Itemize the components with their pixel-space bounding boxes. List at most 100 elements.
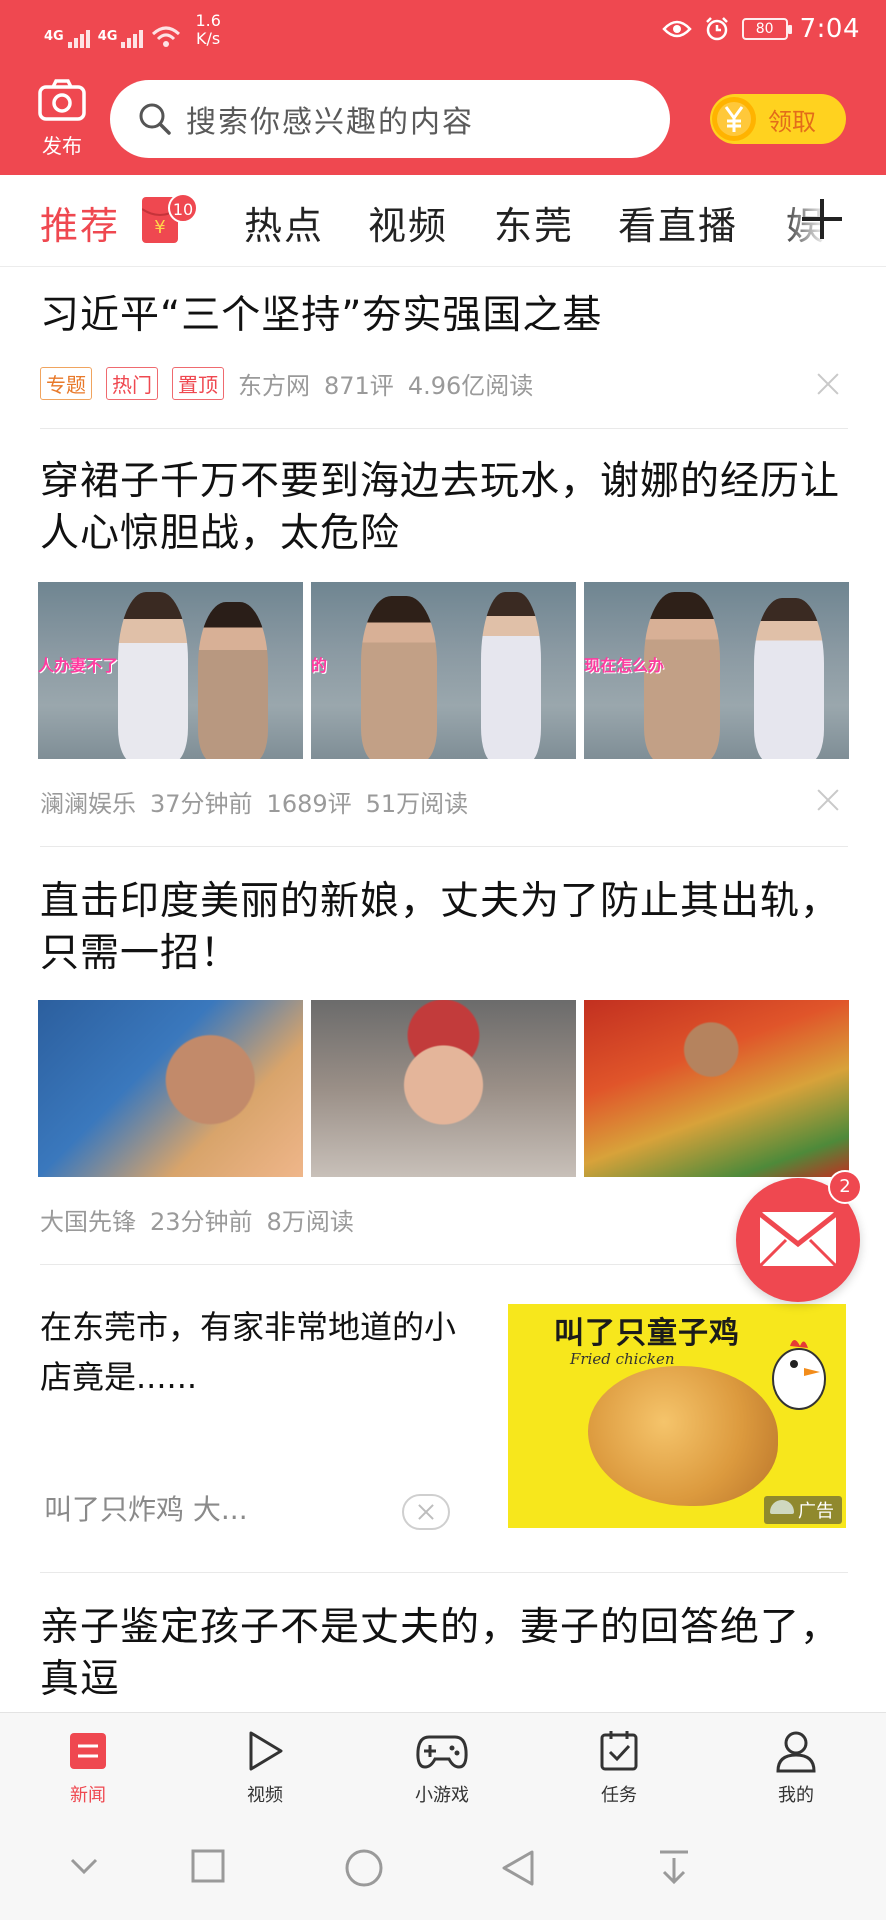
article-reads: 8万阅读: [266, 1208, 354, 1236]
ad-title[interactable]: 在东莞市，有家非常地道的小店竟是......: [40, 1302, 460, 1402]
nav-games[interactable]: 小游戏: [382, 1729, 502, 1807]
play-icon: [249, 1731, 283, 1771]
beach-photo-2[interactable]: 的: [311, 582, 576, 759]
chevron-down-icon[interactable]: [66, 1848, 102, 1884]
beach-photo-1[interactable]: 人办妻不了: [38, 582, 303, 759]
category-tabs: 推荐 ¥ 10 热点 视频 东莞 看直播 娱乐: [0, 175, 886, 267]
recents-icon[interactable]: [190, 1848, 226, 1884]
alarm-icon: [705, 17, 728, 41]
article-time: 23分钟前: [150, 1208, 253, 1236]
add-channel-icon[interactable]: [800, 197, 844, 241]
gamepad-icon: [416, 1735, 468, 1769]
ad-source: 叫了只炸鸡 大...: [44, 1493, 248, 1526]
network-type-2: 4G: [97, 29, 118, 44]
article-reads: 4.96亿阅读: [407, 372, 534, 400]
notification-pull-icon[interactable]: [656, 1848, 692, 1888]
tab-video[interactable]: 视频: [368, 195, 448, 250]
mail-badge: 2: [828, 1170, 862, 1204]
bride-photo-2[interactable]: [311, 1000, 576, 1177]
nav-label: 任务: [601, 1785, 637, 1806]
battery-indicator: 80: [741, 18, 792, 40]
article-source: 东方网: [238, 372, 310, 400]
signal-icon-1: 4G: [44, 30, 90, 48]
turtle-icon: [770, 1500, 794, 1514]
article-comments: 871评: [324, 372, 394, 400]
wifi-icon: [152, 26, 181, 47]
nav-label: 小游戏: [415, 1785, 469, 1806]
article-source: 澜澜娱乐: [40, 790, 136, 818]
tag-pinned: 置顶: [172, 367, 224, 400]
ad-image-subtitle: Fried chicken: [570, 1350, 675, 1368]
tab-dongguan[interactable]: 东莞: [494, 195, 574, 250]
article-comments: 1689评: [266, 790, 352, 818]
article-source: 大国先锋: [40, 1208, 136, 1236]
speed-value: 1.6: [195, 11, 221, 30]
camera-icon: [38, 79, 86, 121]
article-title[interactable]: 直击印度美丽的新娘，丈夫为了防止其出轨，只需一招！: [40, 876, 840, 980]
network-type-1: 4G: [44, 29, 64, 44]
clock: 7:04: [799, 14, 860, 44]
nav-video[interactable]: 视频: [205, 1729, 325, 1807]
article-title[interactable]: 习近平“三个坚持”夯实强国之基: [40, 290, 840, 342]
status-right: 80 7:04: [661, 14, 860, 44]
ad-dismiss-button[interactable]: [402, 1494, 450, 1530]
ad-image[interactable]: 叫了只童子鸡 Fried chicken 广告: [508, 1304, 846, 1528]
article-reads: 51万阅读: [365, 790, 469, 818]
divider: [40, 1264, 848, 1265]
task-icon: [600, 1731, 638, 1771]
article-title[interactable]: 亲子鉴定孩子不是丈夫的，妻子的回答绝了，真逗: [40, 1602, 840, 1706]
fried-chicken-image: [588, 1366, 778, 1506]
signal-icon-2: 4G: [98, 30, 144, 48]
article-meta: 专题 热门 置顶 东方网 871评 4.96亿阅读: [40, 366, 533, 401]
nav-label: 新闻: [70, 1785, 106, 1806]
ad-label: 广告: [764, 1496, 842, 1524]
article-thumbnails[interactable]: 人办妻不了 的 现在怎么办: [38, 582, 849, 759]
nav-label: 我的: [778, 1785, 814, 1806]
nav-me[interactable]: 我的: [736, 1729, 856, 1807]
top-bar: 发布 搜索你感兴趣的内容 领取: [0, 60, 886, 175]
app-header: 4G 4G 1.6 K/s 80 7:04 发布 搜索你感兴趣的内容 领取: [0, 0, 886, 175]
yuan-coin-icon: [712, 97, 756, 141]
nav-news[interactable]: 新闻: [28, 1729, 148, 1807]
search-bar[interactable]: 搜索你感兴趣的内容: [110, 80, 670, 158]
status-left: 4G 4G 1.6 K/s: [44, 12, 221, 48]
nav-tasks[interactable]: 任务: [559, 1729, 679, 1807]
eye-icon: [661, 20, 692, 38]
ad-image-brand: 叫了只童子鸡: [554, 1316, 740, 1351]
tab-recommend[interactable]: 推荐: [40, 195, 120, 250]
ad-label-text: 广告: [798, 1501, 834, 1522]
claim-label: 领取: [768, 107, 816, 136]
image-caption: 人办妻不了: [38, 656, 119, 675]
bottom-nav: 新闻 视频 小游戏 任务 我的: [0, 1712, 886, 1816]
search-icon: [139, 103, 171, 135]
beach-photo-3[interactable]: 现在怎么办: [584, 582, 849, 759]
article-meta: 澜澜娱乐 37分钟前 1689评 51万阅读: [40, 784, 468, 819]
claim-coin-button[interactable]: 领取: [710, 94, 846, 144]
home-icon[interactable]: [344, 1848, 384, 1888]
article-title[interactable]: 穿裙子千万不要到海边去玩水，谢娜的经历让人心惊胆战，太危险: [40, 456, 840, 560]
article-time: 37分钟前: [150, 790, 253, 818]
divider: [40, 846, 848, 847]
status-bar: 4G 4G 1.6 K/s 80 7:04: [0, 0, 886, 60]
bride-photo-3[interactable]: [584, 1000, 849, 1177]
user-icon: [776, 1731, 816, 1773]
article-meta: 大国先锋 23分钟前 8万阅读: [40, 1202, 354, 1237]
system-nav-bar: [0, 1816, 886, 1920]
tag-topic: 专题: [40, 367, 92, 400]
news-icon: [70, 1733, 106, 1769]
dismiss-icon[interactable]: [816, 372, 840, 396]
image-caption: 现在怎么办: [584, 656, 665, 675]
publish-label: 发布: [42, 134, 82, 158]
publish-button[interactable]: 发布: [30, 78, 94, 159]
image-caption: 的: [311, 656, 328, 675]
back-icon[interactable]: [500, 1848, 536, 1888]
bride-photo-1[interactable]: [38, 1000, 303, 1177]
chicken-mascot-icon: [772, 1340, 826, 1410]
svg-text:¥: ¥: [154, 217, 165, 238]
dismiss-icon[interactable]: [816, 788, 840, 812]
speed-unit: K/s: [196, 29, 221, 48]
tag-hot: 热门: [106, 367, 158, 400]
article-thumbnails[interactable]: [38, 1000, 849, 1177]
tab-hot[interactable]: 热点: [244, 195, 324, 250]
tab-live[interactable]: 看直播: [618, 195, 738, 250]
